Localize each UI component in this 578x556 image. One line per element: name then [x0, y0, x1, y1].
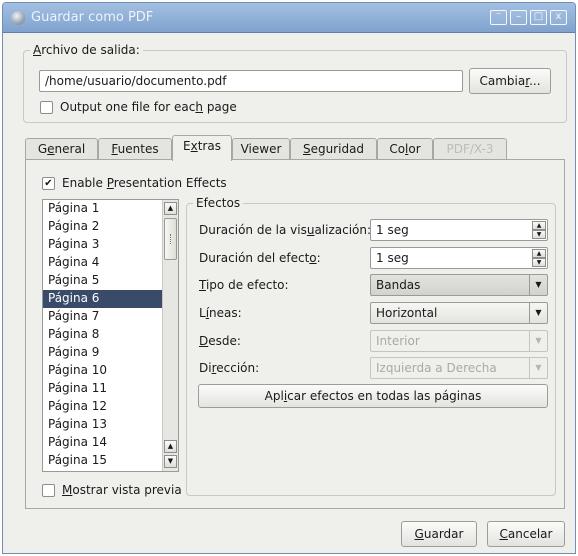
- page-list[interactable]: Página 1 Página 2 Página 3 Página 4 Pági…: [42, 199, 179, 472]
- list-item[interactable]: Página 14: [43, 434, 178, 452]
- maximize-button[interactable]: □: [530, 10, 547, 25]
- app-icon: [11, 10, 25, 25]
- effect-type-label: Tipo de efecto:: [199, 278, 289, 292]
- scroll-down-icon[interactable]: ▼: [164, 455, 177, 468]
- display-duration-value: 1 seg: [376, 223, 409, 237]
- tab-general[interactable]: General: [25, 138, 98, 160]
- list-item[interactable]: Página 12: [43, 398, 178, 416]
- list-item[interactable]: Página 4: [43, 254, 178, 272]
- save-button[interactable]: Guardar: [401, 521, 477, 547]
- page-list-scrollbar[interactable]: ▲ ▲ ▼: [162, 200, 178, 471]
- from-value: Interior: [376, 334, 420, 348]
- list-item[interactable]: Página 8: [43, 326, 178, 344]
- direction-combo: Izquierda a Derecha ▼: [370, 357, 548, 379]
- preview-checkbox[interactable]: [42, 484, 55, 497]
- list-item[interactable]: Página 9: [43, 344, 178, 362]
- chevron-down-icon: ▼: [529, 275, 547, 295]
- cancel-button[interactable]: Cancelar: [487, 521, 565, 547]
- output-file-group-label: Archivo de salida:: [33, 43, 140, 57]
- spin-down-icon[interactable]: ▼: [532, 230, 546, 239]
- list-item[interactable]: Página 11: [43, 380, 178, 398]
- list-item[interactable]: Página 15: [43, 452, 178, 470]
- window-title: Guardar como PDF: [31, 10, 154, 25]
- scroll-up-icon[interactable]: ▲: [164, 440, 177, 453]
- spin-up-icon[interactable]: ▲: [532, 221, 546, 230]
- from-label: Desde:: [199, 334, 241, 348]
- spin-up-icon[interactable]: ▲: [532, 249, 546, 258]
- effect-duration-label: Duración del efecto:: [199, 251, 321, 265]
- list-item[interactable]: Página 1: [43, 200, 178, 218]
- title-bar[interactable]: Guardar como PDF ‾ – □ x: [3, 3, 575, 33]
- spin-arrows[interactable]: ▲ ▼: [532, 249, 546, 267]
- list-item[interactable]: Página 7: [43, 308, 178, 326]
- change-button[interactable]: Cambiar...: [469, 68, 551, 94]
- effect-duration-spinbox[interactable]: 1 seg ▲ ▼: [370, 247, 548, 269]
- tab-fuentes[interactable]: Fuentes: [98, 138, 172, 160]
- tab-seguridad[interactable]: Seguridad: [290, 138, 377, 160]
- lines-label: Líneas:: [199, 306, 242, 320]
- window-controls: ‾ – □ x: [490, 10, 567, 25]
- effect-type-combo[interactable]: Bandas ▼: [370, 274, 548, 296]
- tab-extras[interactable]: Extras: [172, 135, 232, 161]
- list-item[interactable]: Página 5: [43, 272, 178, 290]
- display-duration-spinbox[interactable]: 1 seg ▲ ▼: [370, 219, 548, 241]
- apply-all-pages-button[interactable]: Aplicar efectos en todas las páginas: [198, 384, 548, 408]
- shade-icon[interactable]: ‾: [490, 10, 507, 25]
- save-as-pdf-dialog: Guardar como PDF ‾ – □ x Archivo de sali…: [2, 2, 576, 554]
- presentation-effects-checkbox[interactable]: ✔: [42, 177, 55, 190]
- scroll-up-icon[interactable]: ▲: [164, 202, 177, 215]
- preview-label: Mostrar vista previa: [62, 483, 182, 497]
- one-file-per-page-label: Output one file for each page: [60, 100, 237, 114]
- list-item[interactable]: Página 13: [43, 416, 178, 434]
- lines-value: Horizontal: [376, 306, 438, 320]
- tab-viewer[interactable]: Viewer: [232, 138, 290, 160]
- scrollbar-thumb[interactable]: [164, 218, 177, 260]
- chevron-down-icon: ▼: [529, 358, 547, 378]
- from-combo: Interior ▼: [370, 330, 548, 352]
- lines-combo[interactable]: Horizontal ▼: [370, 302, 548, 324]
- effect-duration-value: 1 seg: [376, 251, 409, 265]
- list-item[interactable]: Página 2: [43, 218, 178, 236]
- list-item[interactable]: Página 3: [43, 236, 178, 254]
- direction-value: Izquierda a Derecha: [376, 361, 497, 375]
- presentation-effects-label: Enable Presentation Effects: [62, 176, 227, 190]
- minimize-button[interactable]: –: [510, 10, 527, 25]
- list-item[interactable]: Página 10: [43, 362, 178, 380]
- direction-label: Dirección:: [199, 361, 260, 375]
- spin-arrows[interactable]: ▲ ▼: [532, 221, 546, 239]
- effect-type-value: Bandas: [376, 278, 421, 292]
- list-item-selected[interactable]: Página 6: [43, 290, 178, 308]
- tab-pdfx3: PDF/X-3: [433, 138, 507, 160]
- effects-group-label: Efectos: [196, 196, 241, 210]
- chevron-down-icon: ▼: [529, 331, 547, 351]
- tab-color[interactable]: Color: [377, 138, 433, 160]
- output-path-input[interactable]: /home/usuario/documento.pdf: [39, 70, 463, 92]
- chevron-down-icon: ▼: [529, 303, 547, 323]
- one-file-per-page-checkbox[interactable]: [40, 101, 53, 114]
- display-duration-label: Duración de la visualización:: [199, 223, 372, 237]
- close-button[interactable]: x: [550, 10, 567, 25]
- spin-down-icon[interactable]: ▼: [532, 258, 546, 267]
